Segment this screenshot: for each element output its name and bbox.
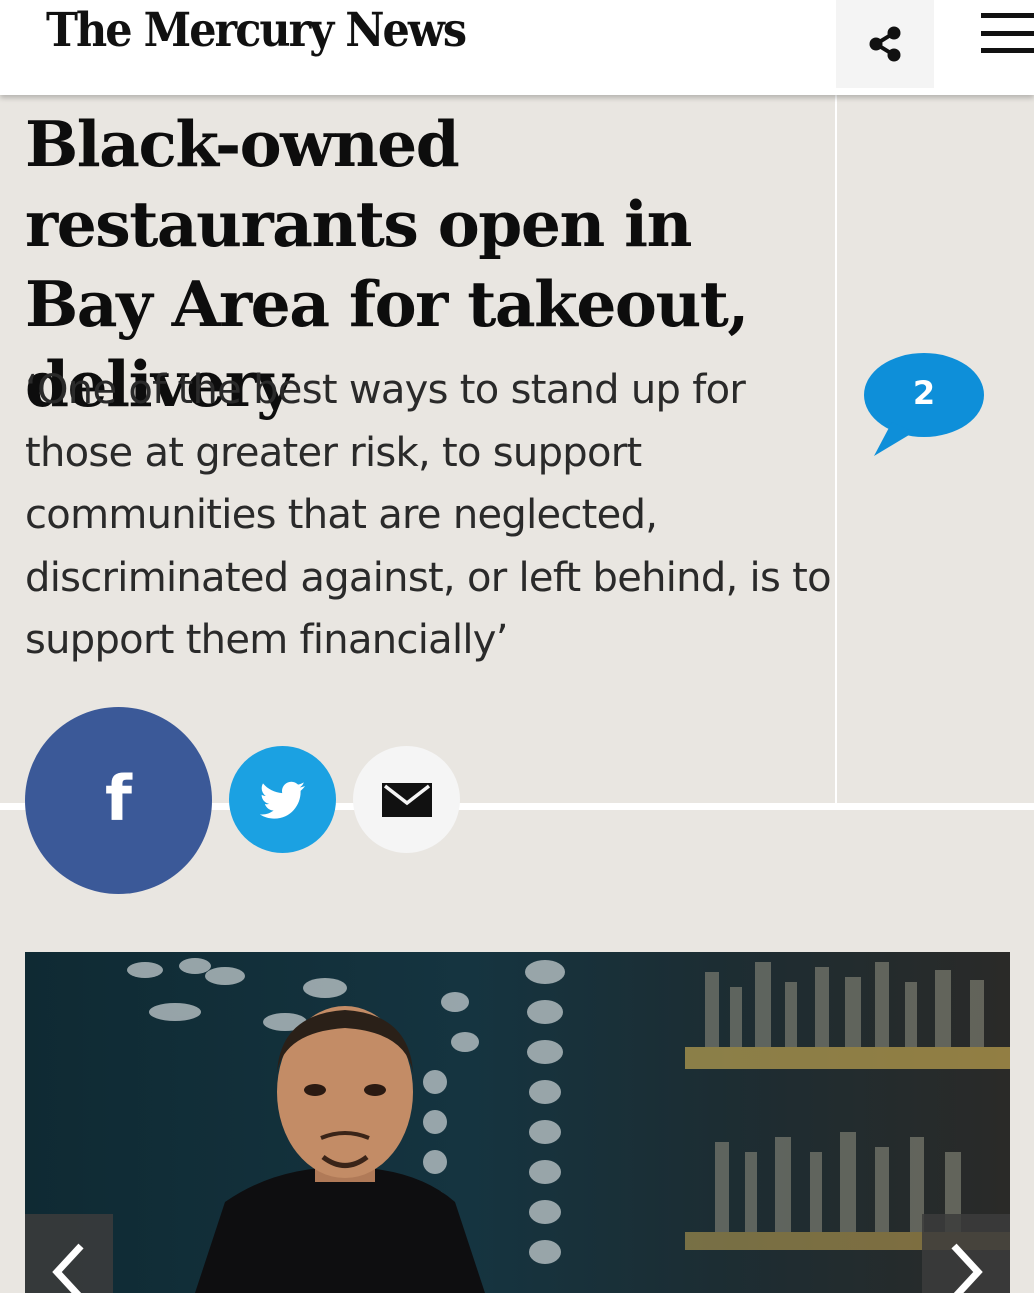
article-photo[interactable]: [25, 952, 1010, 1293]
twitter-bird-icon: [259, 781, 305, 819]
hamburger-menu-icon: [981, 13, 1034, 18]
site-logo[interactable]: The Mercury News: [46, 4, 467, 58]
menu-button[interactable]: [972, 6, 1034, 58]
gallery-prev-button[interactable]: [25, 1214, 113, 1293]
facebook-share-button[interactable]: f: [25, 707, 212, 894]
twitter-share-button[interactable]: [229, 746, 336, 853]
comment-count: 2: [912, 374, 936, 412]
facebook-icon: f: [105, 762, 132, 835]
article-dek: ‘One of the best ways to stand up for th…: [25, 367, 832, 663]
email-share-button[interactable]: [353, 746, 460, 853]
site-header: The Mercury News: [0, 0, 1034, 95]
chevron-left-icon: [52, 1243, 84, 1293]
gallery-next-button[interactable]: [922, 1214, 1010, 1293]
share-icon: [869, 26, 901, 62]
share-button[interactable]: [836, 0, 934, 88]
column-divider: [835, 95, 837, 803]
comments-button[interactable]: 2: [862, 352, 986, 458]
chevron-right-icon: [951, 1243, 983, 1293]
envelope-icon: [381, 782, 432, 817]
chef-portrait-image: [127, 958, 1010, 1293]
